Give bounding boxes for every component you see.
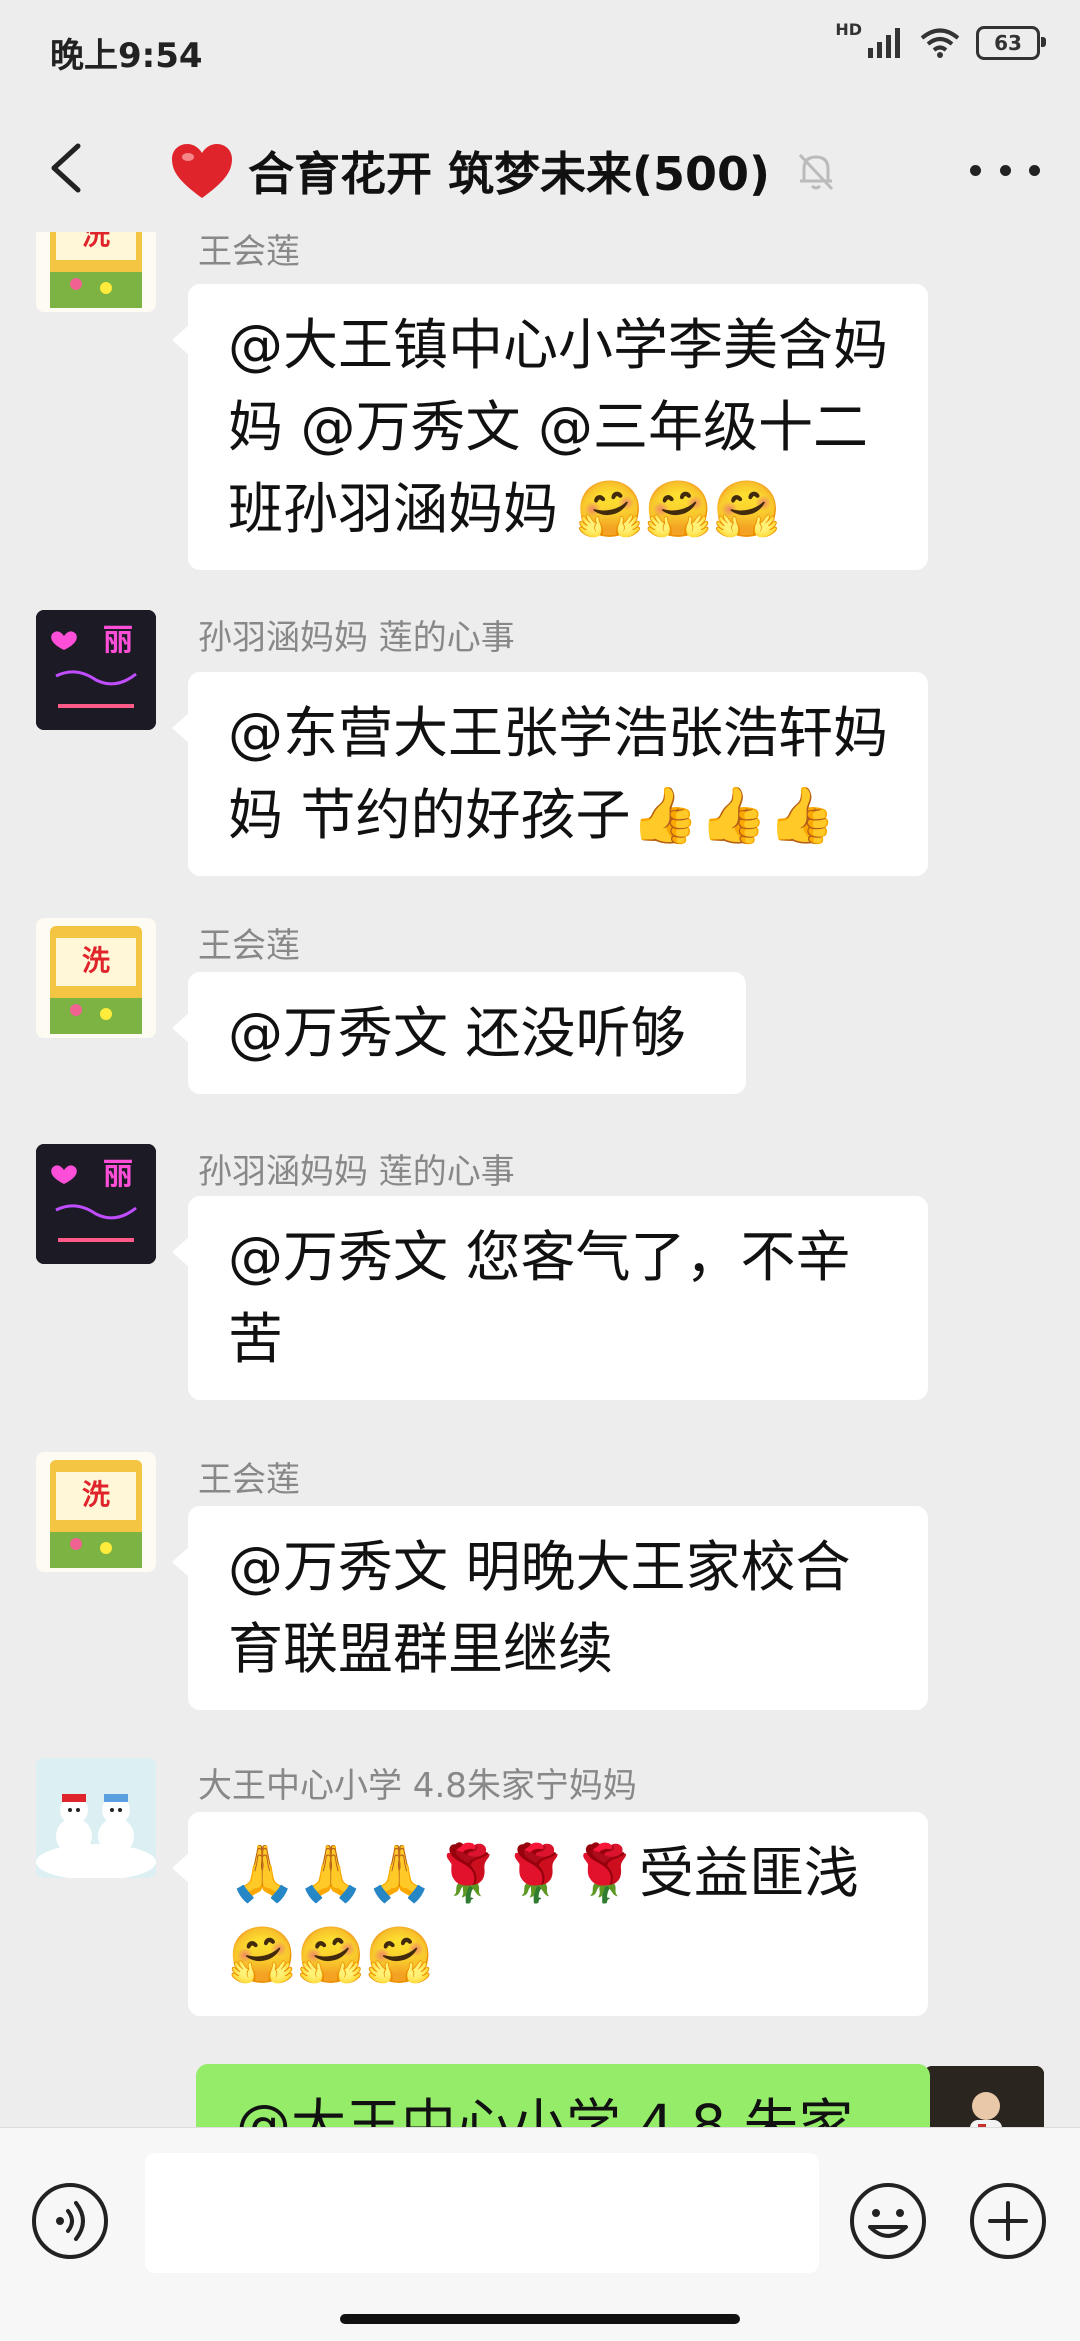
avatar-wang-huilian[interactable]: 洗: [36, 918, 156, 1038]
chat-title: 合育花开 筑梦未来(500): [248, 147, 771, 201]
more-icon[interactable]: [970, 150, 1040, 190]
message-bubble[interactable]: @万秀文 还没听够: [172, 972, 746, 1094]
avatar-sun-yuhan-mom[interactable]: 丽: [36, 1144, 156, 1264]
message-bubble[interactable]: @万秀文 明晚大王家校合育联盟群里继续: [172, 1506, 928, 1710]
rice-bag-avatar-image: 洗: [50, 926, 142, 1034]
message-bubble[interactable]: @东营大王张学浩张浩轩妈妈 节约的好孩子👍👍👍: [172, 672, 928, 876]
network-type: HD: [835, 19, 862, 39]
status-time: 晚上9:54: [50, 36, 203, 76]
svg-text:丽: 丽: [103, 1157, 133, 1192]
sender-name: 孙羽涵妈妈 莲的心事: [198, 618, 515, 658]
svg-text:洗: 洗: [82, 944, 110, 977]
voice-icon[interactable]: [30, 2181, 110, 2261]
avatar-wang-huilian[interactable]: 洗: [36, 232, 156, 312]
mute-bell-icon: [799, 153, 834, 191]
avatar-zhu-jianing-mom[interactable]: [36, 1758, 156, 1878]
neon-avatar-image: 丽: [36, 1144, 156, 1264]
more-dot: [1029, 164, 1040, 176]
avatar-self[interactable]: [924, 2066, 1044, 2127]
wifi-icon: [920, 28, 960, 58]
svg-text:洗: 洗: [82, 1478, 110, 1511]
sender-name: 大王中心小学 4.8朱家宁妈妈: [198, 1766, 637, 1806]
message-bubble[interactable]: 🙏🙏🙏🌹🌹🌹受益匪浅🤗🤗🤗: [172, 1812, 928, 2016]
heart-icon: [172, 144, 232, 198]
input-bar: [0, 2127, 1080, 2341]
chat-header: 合育花开 筑梦未来(500): [0, 110, 1080, 230]
more-dot: [970, 164, 981, 176]
rice-bag-avatar-image: 洗: [50, 232, 142, 308]
more-dot: [999, 164, 1011, 176]
svg-text:洗: 洗: [82, 232, 110, 251]
svg-text:丽: 丽: [103, 623, 133, 658]
battery-indicator: 63: [976, 26, 1046, 60]
photo-avatar-image: [924, 2066, 1044, 2127]
plus-icon[interactable]: [968, 2181, 1048, 2261]
message-bubble[interactable]: @大王镇中心小学李美含妈妈 @万秀文 @三年级十二班孙羽涵妈妈 🤗🤗🤗: [172, 284, 928, 570]
signal-icon: [868, 28, 900, 58]
chat-title-group[interactable]: 合育花开 筑梦未来(500): [170, 138, 838, 204]
snowman-avatar-image: [36, 1758, 156, 1878]
status-icons: HD 63: [825, 20, 1046, 60]
message-bubble-own[interactable]: @大王中心小学 4.8 朱家宁: [196, 2064, 930, 2127]
message-bubble[interactable]: @万秀文 您客气了，不辛苦: [172, 1196, 928, 1400]
sender-name: 王会莲: [198, 926, 300, 966]
neon-avatar-image: 丽: [36, 610, 156, 730]
sender-name: 孙羽涵妈妈 莲的心事: [198, 1152, 515, 1192]
emoji-icon[interactable]: [848, 2181, 928, 2261]
message-list[interactable]: 洗 王会莲 @大王镇中心小学李美含妈妈 @万秀文 @三年级十二班孙羽涵妈妈 🤗🤗…: [0, 232, 1080, 2127]
status-bar: 晚上9:54 HD 63: [0, 0, 1080, 100]
back-arrow-icon[interactable]: [40, 138, 100, 198]
avatar-sun-yuhan-mom[interactable]: 丽: [36, 610, 156, 730]
avatar-wang-huilian[interactable]: 洗: [36, 1452, 156, 1572]
message-input[interactable]: [145, 2153, 819, 2273]
home-indicator[interactable]: [340, 2314, 740, 2324]
sender-name: 王会莲: [198, 232, 300, 272]
sender-name: 王会莲: [198, 1460, 300, 1500]
rice-bag-avatar-image: 洗: [50, 1460, 142, 1568]
